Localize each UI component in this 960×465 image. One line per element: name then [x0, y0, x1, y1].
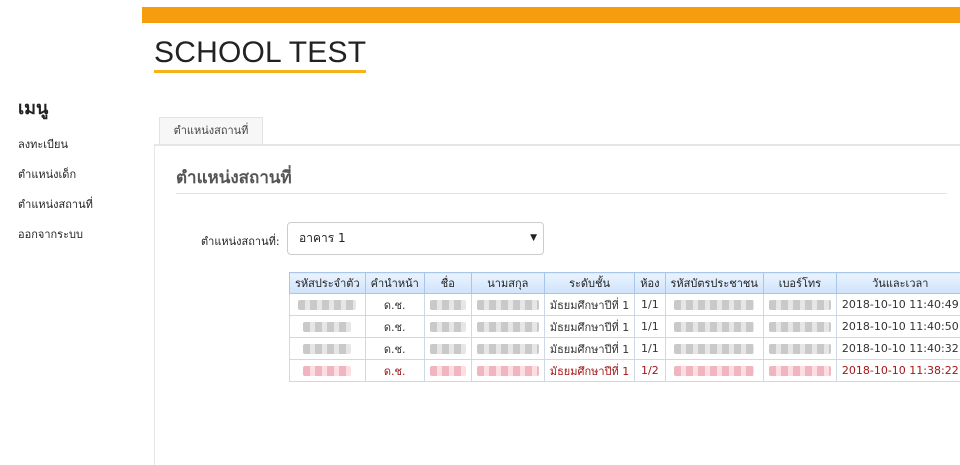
- cell-datetime: 2018-10-10 11:40:50: [835, 315, 960, 338]
- cell-phone: [762, 337, 837, 360]
- redacted-value: [429, 322, 466, 332]
- col-national-id[interactable]: รหัสบัตรประชาชน: [664, 272, 764, 294]
- cell-national-id: [664, 337, 764, 360]
- redacted-value: [429, 344, 466, 354]
- cell-first-name: [423, 315, 472, 338]
- redacted-value: [303, 366, 352, 376]
- table-row: ด.ช. มัธยมศึกษาปีที่ 1 1/1 2018-10-10 11…: [289, 315, 960, 338]
- cell-national-id: [664, 315, 764, 338]
- col-phone[interactable]: เบอร์โทร: [762, 272, 837, 294]
- cell-level: มัธยมศึกษาปีที่ 1: [543, 359, 636, 382]
- cell-datetime: 2018-10-10 11:40:49: [835, 293, 960, 316]
- cell-room: 1/1: [634, 337, 666, 360]
- redacted-value: [298, 300, 357, 310]
- table-row: ด.ช. มัธยมศึกษาปีที่ 1 1/1 2018-10-10 11…: [289, 293, 960, 316]
- redacted-value: [768, 322, 831, 332]
- attendance-table: รหัสประจำตัว คำนำหน้า ชื่อ นามสกุล ระดับ…: [289, 272, 960, 382]
- cell-last-name: [470, 293, 545, 316]
- cell-national-id: [664, 359, 764, 382]
- tab-place-location[interactable]: ตำแหน่งสถานที่: [159, 117, 263, 145]
- redacted-value: [429, 366, 466, 376]
- content-panel: ตำแหน่งสถานที่ ตำแหน่งสถานที่: อาคาร 1 ▼…: [154, 144, 960, 465]
- cell-room: 1/1: [634, 315, 666, 338]
- col-prefix[interactable]: คำนำหน้า: [364, 272, 425, 294]
- cell-prefix: ด.ช.: [364, 315, 425, 338]
- cell-phone: [762, 359, 837, 382]
- menu-heading: เมนู: [18, 98, 49, 119]
- redacted-value: [303, 322, 352, 332]
- redacted-value: [768, 344, 831, 354]
- cell-level: มัธยมศึกษาปีที่ 1: [543, 293, 636, 316]
- redacted-value: [768, 366, 831, 376]
- location-label: ตำแหน่งสถานที่:: [201, 235, 280, 248]
- col-student-id[interactable]: รหัสประจำตัว: [289, 272, 366, 294]
- sidebar-item-child-location[interactable]: ตำแหน่งเด็ก: [18, 167, 93, 197]
- cell-student-id: [289, 359, 366, 382]
- redacted-value: [476, 322, 539, 332]
- cell-first-name: [423, 337, 472, 360]
- table-header-row: รหัสประจำตัว คำนำหน้า ชื่อ นามสกุล ระดับ…: [289, 272, 960, 294]
- table-row-highlighted: ด.ช. มัธยมศึกษาปีที่ 1 1/2 2018-10-10 11…: [289, 359, 960, 382]
- site-title: SCHOOL TEST: [154, 36, 367, 73]
- cell-prefix: ด.ช.: [364, 337, 425, 360]
- cell-datetime: 2018-10-10 11:38:22: [835, 359, 960, 382]
- cell-room: 1/1: [634, 293, 666, 316]
- cell-student-id: [289, 337, 366, 360]
- col-datetime[interactable]: วันและเวลา: [835, 272, 960, 294]
- col-last-name[interactable]: นามสกุล: [470, 272, 545, 294]
- cell-first-name: [423, 293, 472, 316]
- cell-last-name: [470, 315, 545, 338]
- redacted-value: [674, 300, 755, 310]
- cell-student-id: [289, 315, 366, 338]
- redacted-value: [303, 344, 352, 354]
- col-room[interactable]: ห้อง: [634, 272, 666, 294]
- col-first-name[interactable]: ชื่อ: [423, 272, 472, 294]
- cell-last-name: [470, 359, 545, 382]
- top-accent-bar: [142, 7, 960, 23]
- cell-prefix: ด.ช.: [364, 293, 425, 316]
- redacted-value: [674, 366, 755, 376]
- cell-room: 1/2: [634, 359, 666, 382]
- redacted-value: [476, 300, 539, 310]
- col-level[interactable]: ระดับชั้น: [543, 272, 636, 294]
- cell-phone: [762, 315, 837, 338]
- cell-prefix: ด.ช.: [364, 359, 425, 382]
- location-select-value: อาคาร 1: [299, 231, 346, 245]
- sidebar-menu: ลงทะเบียน ตำแหน่งเด็ก ตำแหน่งสถานที่ ออก…: [18, 137, 93, 257]
- cell-last-name: [470, 337, 545, 360]
- cell-level: มัธยมศึกษาปีที่ 1: [543, 315, 636, 338]
- table-row: ด.ช. มัธยมศึกษาปีที่ 1 1/1 2018-10-10 11…: [289, 337, 960, 360]
- sidebar-item-logout[interactable]: ออกจากระบบ: [18, 227, 93, 257]
- cell-phone: [762, 293, 837, 316]
- location-select[interactable]: อาคาร 1 ▼: [287, 222, 544, 255]
- title-divider: [176, 193, 947, 194]
- cell-level: มัธยมศึกษาปีที่ 1: [543, 337, 636, 360]
- cell-student-id: [289, 293, 366, 316]
- sidebar-item-place-location[interactable]: ตำแหน่งสถานที่: [18, 197, 93, 227]
- sidebar-item-register[interactable]: ลงทะเบียน: [18, 137, 93, 167]
- redacted-value: [674, 322, 755, 332]
- redacted-value: [429, 300, 466, 310]
- page-title: ตำแหน่งสถานที่: [176, 168, 292, 188]
- cell-first-name: [423, 359, 472, 382]
- redacted-value: [674, 344, 755, 354]
- redacted-value: [476, 344, 539, 354]
- redacted-value: [768, 300, 831, 310]
- caret-down-icon: ▼: [530, 233, 537, 243]
- redacted-value: [476, 366, 539, 376]
- cell-datetime: 2018-10-10 11:40:32: [835, 337, 960, 360]
- cell-national-id: [664, 293, 764, 316]
